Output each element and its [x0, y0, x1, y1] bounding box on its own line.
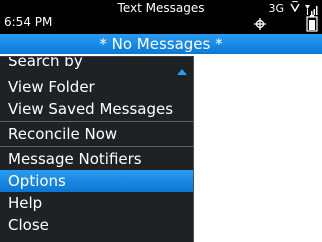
- crosshair-icon: [254, 15, 266, 30]
- menu-item-close[interactable]: Close: [0, 214, 193, 236]
- menu-item-message-notifiers[interactable]: Message Notifiers: [0, 148, 193, 170]
- menu-item-help[interactable]: Help: [0, 192, 193, 214]
- status-bar: Text Messages 6:54 PM 3G: [0, 0, 322, 34]
- scroll-up-icon: [177, 60, 187, 75]
- battery-icon: [306, 15, 318, 32]
- phone-screen: Text Messages 6:54 PM 3G * No Messages *…: [0, 0, 322, 242]
- signal-strength-icon: [304, 4, 318, 15]
- menu-item-view-folder[interactable]: View Folder: [0, 76, 193, 98]
- message-list-title: * No Messages *: [0, 34, 322, 54]
- clock: 6:54 PM: [4, 15, 53, 29]
- menu-separator: [0, 146, 193, 147]
- menu-item-options[interactable]: Options: [0, 170, 193, 192]
- context-menu[interactable]: Search by View Folder View Saved Message…: [0, 56, 194, 242]
- menu-item-view-saved-messages[interactable]: View Saved Messages: [0, 98, 193, 120]
- wifi-icon: [290, 0, 300, 17]
- network-type: 3G: [268, 2, 284, 15]
- menu-separator: [0, 121, 193, 122]
- menu-item-search-by[interactable]: Search by: [0, 57, 193, 72]
- menu-item-reconcile-now[interactable]: Reconcile Now: [0, 123, 193, 145]
